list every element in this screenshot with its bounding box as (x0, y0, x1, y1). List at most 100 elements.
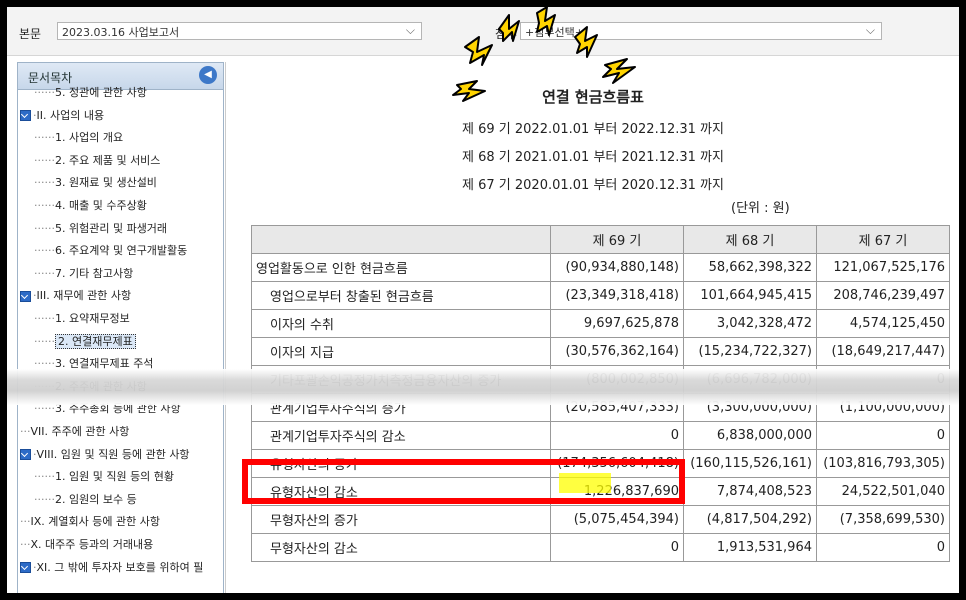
toc-item-label: 2. 임원의 보수 등 (54, 492, 137, 506)
table-row: 영업으로부터 창출된 현금흐름 (23,349,318,418) 101,664,9… (251, 281, 950, 310)
toc-item-label: XI. 그 밖에 투자자 보호를 위하여 필 (36, 560, 204, 574)
toc-item-label: 1. 요약재무정보 (54, 312, 130, 325)
toc-item[interactable]: ······ 2. 연결재무제표 (34, 333, 136, 351)
cell-value: (30,576,362,164) (550, 337, 684, 366)
toc-item[interactable]: ·VIII. 임원 및 직원 등에 관한 사항 (20, 446, 190, 464)
cell-value: (5,075,454,394) (550, 505, 684, 534)
toc-item-label: 1. 사업의 개요 (54, 131, 124, 145)
toc-item[interactable]: ······1. 요약재무정보 (34, 310, 130, 328)
toc-item[interactable]: ··· VII. 주주에 관한 사항 (20, 423, 129, 441)
cell-value: 0 (816, 421, 950, 450)
toc-item[interactable]: ··· IX. 계열회사 등에 관한 사항 (20, 513, 160, 531)
chevron-down-icon: ⌵ (865, 23, 875, 37)
row-label: 이자의 지급 (251, 337, 551, 366)
row-label: 무형자산의 증가 (251, 505, 551, 534)
cell-value: (7,358,699,530) (816, 505, 950, 534)
cell-value: (103,816,793,305) (816, 449, 950, 478)
tree-connector: ··· (20, 538, 31, 551)
report-select-value: 2023.03.16 사업보고서 (62, 26, 180, 39)
cell-value: 0 (550, 533, 684, 562)
cell-value: 3,042,328,472 (683, 309, 817, 338)
row-label: 이자의 수취 (251, 309, 551, 338)
tree-connector: ······ (34, 131, 55, 145)
cell-value: (90,934,880,148) (550, 253, 684, 282)
toc-item[interactable]: ······5. 위험관리 및 파생거래 (34, 220, 167, 238)
cell-value: 4,574,125,450 (816, 309, 950, 338)
toc-item[interactable]: ······1. 임원 및 직원 등의 현황 (34, 468, 174, 486)
table-row: 무형자산의 감소 0 1,913,531,964 0 (251, 533, 950, 562)
expand-checkbox-icon[interactable] (20, 290, 31, 302)
column-header (251, 225, 551, 254)
expand-checkbox-icon[interactable] (20, 110, 31, 122)
toc-item[interactable]: ·II. 사업의 내용 (20, 107, 104, 125)
tree-connector: ······ (34, 312, 55, 325)
expand-checkbox-icon[interactable] (20, 562, 31, 574)
toc-item[interactable]: ······7. 기타 참고사항 (34, 265, 133, 283)
table-header-row: 제 69 기 제 68 기 제 67 기 (251, 225, 950, 254)
toc-item[interactable]: ······2. 주요 제품 및 서비스 (34, 152, 160, 170)
toc-item[interactable]: ······4. 매출 및 수주상황 (34, 197, 147, 215)
table-row: 이자의 수취 9,697,625,878 3,042,328,472 4,574,12… (251, 309, 950, 338)
toc-item-label: VIII. 임원 및 직원 등에 관한 사항 (36, 447, 190, 461)
toc-item[interactable]: ·XI. 그 밖에 투자자 보호를 위하여 필 (20, 559, 203, 577)
cell-value: 24,522,501,040 (816, 477, 950, 506)
cell-value: 121,067,525,176 (816, 253, 950, 282)
period-line: 제 68 기 2021.01.01 부터 2021.12.31 까지 (462, 150, 724, 165)
column-header: 제 69 기 (550, 225, 684, 254)
toc-item-label: 5. 정관에 관한 사항 (54, 86, 147, 99)
cell-value: 101,664,945,415 (683, 281, 817, 310)
collapse-sidebar-button[interactable]: ◀ (199, 66, 217, 84)
cell-value: 0 (550, 421, 684, 450)
table-row: 무형자산의 증가 (5,075,454,394) (4,817,504,292) (7… (251, 505, 950, 534)
toc-item-label: II. 사업의 내용 (36, 108, 105, 122)
row-label: 영업활동으로 인한 현금흐름 (251, 253, 551, 282)
table-row: 영업활동으로 인한 현금흐름 (90,934,880,148) 58,662,398… (251, 253, 950, 282)
cell-value: (23,349,318,418) (550, 281, 684, 310)
tree-connector: ······ (34, 334, 55, 348)
cell-value: 208,746,239,497 (816, 281, 950, 310)
toc-item-label: VII. 주주에 관한 사항 (30, 425, 130, 438)
toc-item[interactable]: ·III. 재무에 관한 사항 (20, 287, 131, 305)
cell-value: (18,649,217,447) (816, 337, 950, 366)
tree-connector: ··· (20, 425, 31, 438)
toc-item[interactable]: ··· X. 대주주 등과의 거래내용 (20, 536, 153, 554)
toc-item[interactable]: ······2. 임원의 보수 등 (34, 491, 137, 509)
cell-value: 1,913,531,964 (683, 533, 817, 562)
cell-value: 0 (816, 533, 950, 562)
tree-connector: ······ (34, 176, 55, 190)
cell-value: (160,115,526,161) (683, 449, 817, 478)
toc-item-label: 7. 기타 참고사항 (54, 266, 134, 280)
expand-checkbox-icon[interactable] (20, 449, 31, 461)
toc-item[interactable]: ······6. 주요계약 및 연구개발활동 (34, 242, 187, 260)
toc-item-label: 5. 위험관리 및 파생거래 (54, 221, 168, 235)
toc-item-label: 3. 원재료 및 생산설비 (54, 176, 157, 190)
toc-item-label: III. 재무에 관한 사항 (36, 289, 132, 303)
tree-connector: ······ (34, 266, 55, 280)
row-label: 무형자산의 감소 (251, 533, 551, 562)
toc-item[interactable]: ······3. 원재료 및 생산설비 (34, 174, 157, 192)
toc-item[interactable]: ······5. 정관에 관한 사항 (34, 84, 147, 102)
toc-item-label: 6. 주요계약 및 연구개발활동 (54, 244, 188, 258)
app-window: 본문 2023.03.16 사업보고서 ⌵ 첨부 +첨부선택+ ⌵ 문서목차 ◀… (7, 7, 959, 593)
cell-value: 6,838,000,000 (683, 421, 817, 450)
period-line: 제 67 기 2020.01.01 부터 2020.12.31 까지 (462, 178, 724, 193)
body-label: 본문 (19, 27, 42, 41)
toc-item-label: 4. 매출 및 수주상황 (54, 199, 147, 212)
column-header: 제 68 기 (683, 225, 817, 254)
toc-item-label: IX. 계열회사 등에 관한 사항 (30, 515, 160, 529)
tree-connector: ······ (34, 244, 55, 258)
cell-value: 58,662,398,322 (683, 253, 817, 282)
table-row: 이자의 지급 (30,576,362,164) (15,234,722,327) (1… (251, 337, 950, 366)
tree-connector: ······ (34, 199, 55, 212)
toc-item[interactable]: ······1. 사업의 개요 (34, 129, 123, 147)
table-row: 관계기업투자주식의 감소 0 6,838,000,000 0 (251, 421, 950, 450)
report-select[interactable]: 2023.03.16 사업보고서 ⌵ (57, 22, 422, 40)
column-header: 제 67 기 (816, 225, 950, 254)
row-label: 관계기업투자주식의 감소 (251, 421, 551, 450)
document-view: 연결 현금흐름표 제 69 기 2022.01.01 부터 2022.12.31… (225, 62, 959, 593)
lightning-burst-icon (452, 7, 636, 102)
toc-item-label: X. 대주주 등과의 거래내용 (30, 538, 154, 551)
row-label: 영업으로부터 창출된 현금흐름 (251, 281, 551, 310)
tree-connector: ··· (20, 515, 31, 529)
chevron-down-icon: ⌵ (405, 23, 415, 37)
